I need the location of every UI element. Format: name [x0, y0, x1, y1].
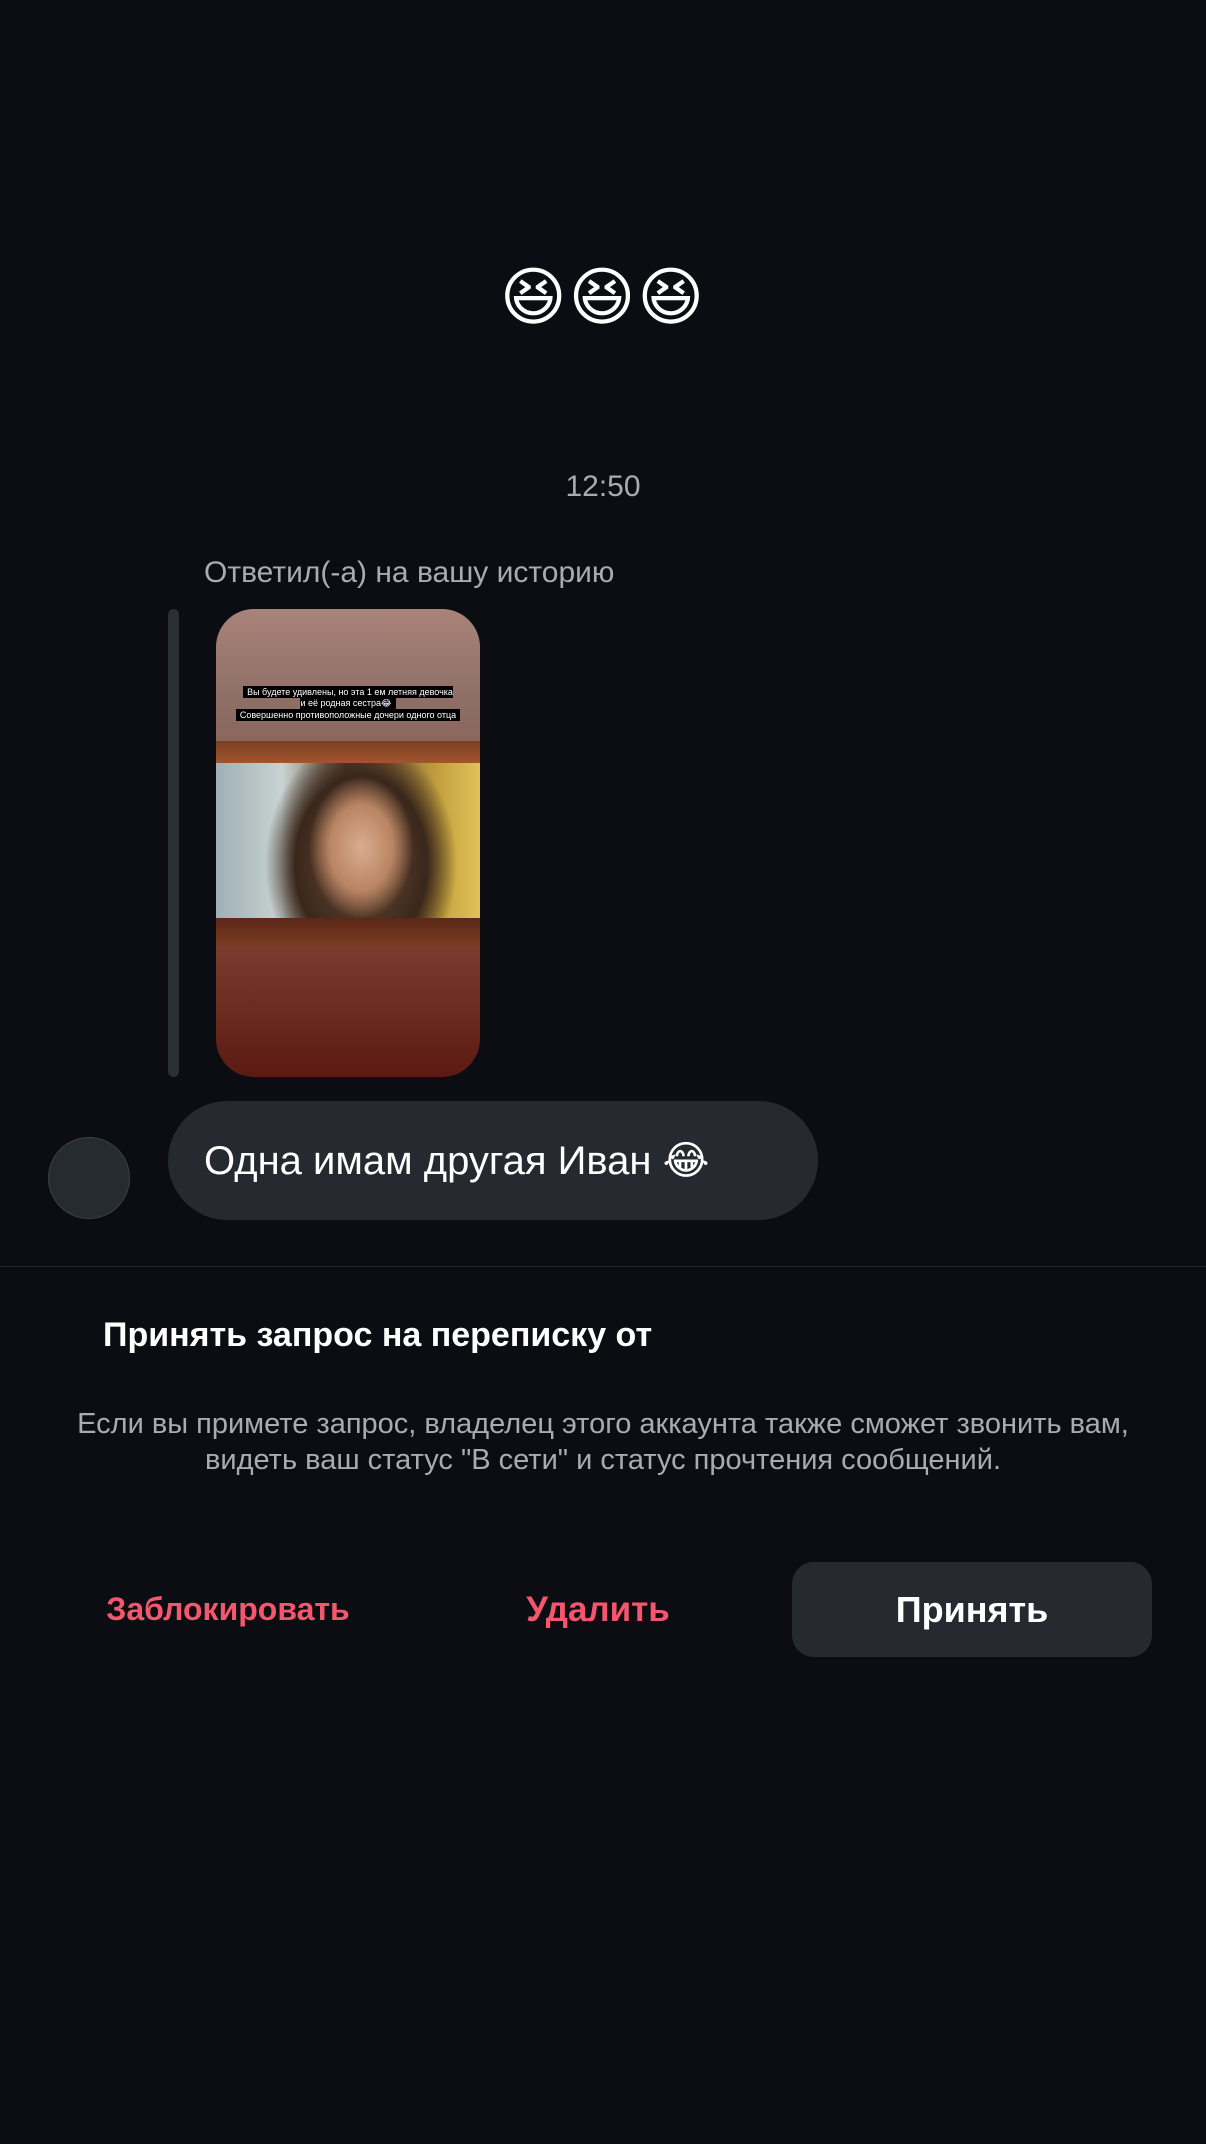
message-text: Одна имам другая Иван 😂	[204, 1138, 710, 1183]
reply-indicator-bar	[168, 609, 179, 1077]
accept-button[interactable]: Принять	[792, 1562, 1152, 1657]
divider	[0, 1266, 1206, 1267]
sender-avatar[interactable]	[48, 1137, 130, 1219]
block-button[interactable]: Заблокировать	[60, 1562, 396, 1657]
redacted-username-line-2	[440, 1366, 740, 1398]
message-timestamp: 12:50	[565, 470, 641, 503]
delete-button[interactable]: Удалить	[430, 1562, 766, 1657]
emoji-message: 😆😆😆	[499, 261, 707, 335]
request-description: Если вы примете запрос, владелец этого а…	[77, 1408, 1129, 1476]
story-photo	[216, 741, 480, 946]
story-thumbnail[interactable]: Вы будете удивлены, но эта 1 ем летняя д…	[216, 609, 480, 1077]
story-reply-label: Ответил(-а) на вашу историю	[204, 556, 615, 589]
request-title: Принять запрос на переписку от	[103, 1316, 653, 1354]
message-bubble[interactable]: Одна имам другая Иван 😂	[168, 1101, 818, 1220]
story-caption-line-2: Совершенно противоположные дочери одного…	[216, 709, 480, 721]
story-caption-line-1: Вы будете удивлены, но эта 1 ем летняя д…	[216, 686, 480, 709]
redacted-username	[740, 1300, 1140, 1360]
